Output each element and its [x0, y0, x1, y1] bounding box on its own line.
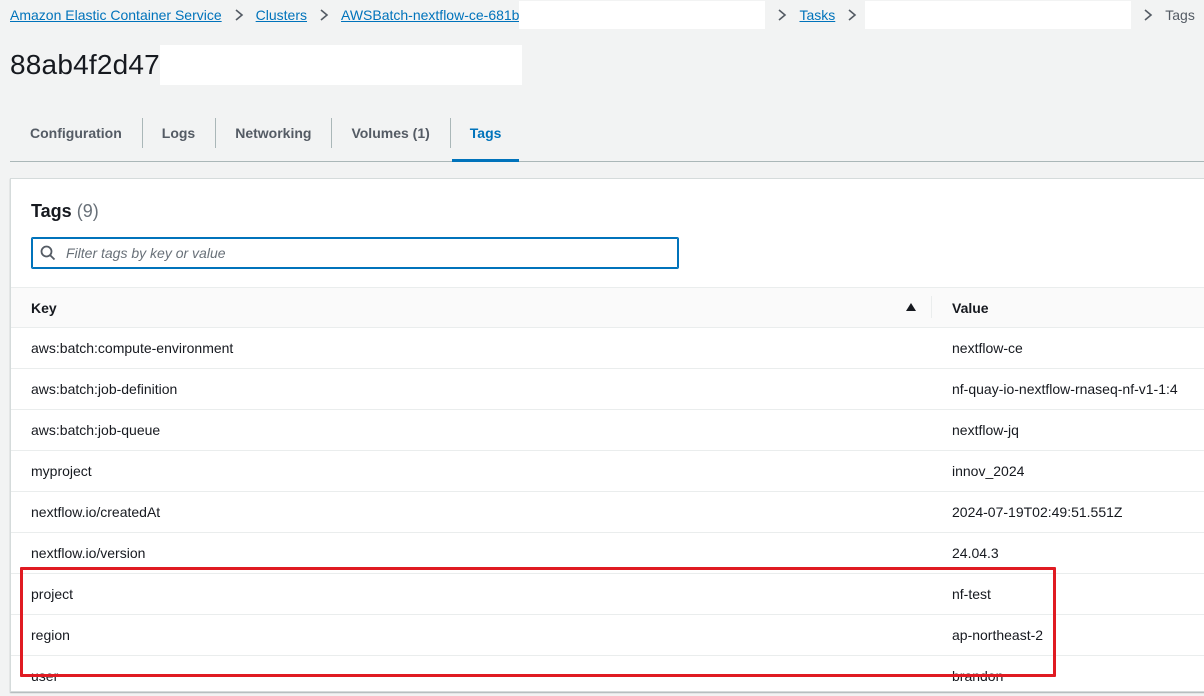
redacted-area — [159, 45, 522, 85]
column-header-value[interactable]: Value — [952, 300, 989, 316]
table-row: myproject innov_2024 — [11, 451, 1204, 492]
tag-key: aws:batch:compute-environment — [31, 340, 234, 356]
tag-key: aws:batch:job-queue — [31, 422, 161, 438]
column-header-key[interactable]: Key — [31, 300, 57, 316]
breadcrumb-tasks[interactable]: Tasks — [799, 7, 835, 23]
tag-key: project — [31, 586, 74, 602]
tags-panel: Tags (9) Key Value aws:batch:compute-env… — [10, 178, 1204, 692]
tag-key: nextflow.io/version — [31, 545, 146, 561]
table-header: Key Value — [11, 287, 1204, 328]
table-row: aws:batch:job-queue nextflow-jq — [11, 410, 1204, 451]
column-divider[interactable] — [931, 296, 932, 318]
panel-title-text: Tags — [31, 201, 72, 221]
breadcrumb-cluster[interactable]: AWSBatch-nextflow-ce-681b — [341, 7, 519, 23]
breadcrumb-current: Tags — [1165, 7, 1195, 23]
filter-box[interactable] — [31, 237, 679, 269]
search-icon — [40, 245, 56, 261]
tab-logs[interactable]: Logs — [141, 104, 215, 161]
tag-value: 24.04.3 — [952, 545, 999, 561]
table-row: nextflow.io/createdAt 2024-07-19T02:49:5… — [11, 492, 1204, 533]
tag-key: user — [31, 668, 59, 684]
table-row: nextflow.io/version 24.04.3 — [11, 533, 1204, 574]
tab-bar: Configuration Logs Networking Volumes (1… — [10, 104, 1204, 162]
tab-networking[interactable]: Networking — [215, 104, 331, 161]
tag-key: nextflow.io/createdAt — [31, 504, 161, 520]
table-row: user brandon — [11, 656, 1204, 691]
filter-tags-input[interactable] — [64, 244, 658, 262]
chevron-right-icon — [1143, 9, 1153, 21]
chevron-right-icon — [847, 9, 857, 21]
tab-tags[interactable]: Tags — [449, 104, 522, 162]
redacted-area — [865, 1, 1132, 29]
tag-value: nextflow-ce — [952, 340, 1023, 356]
table-row: aws:batch:compute-environment nextflow-c… — [11, 328, 1204, 369]
table-row: region ap-northeast-2 — [11, 615, 1204, 656]
page-header: 88ab4f2d47 — [10, 44, 522, 86]
chevron-right-icon — [319, 9, 329, 21]
tag-value: 2024-07-19T02:49:51.551Z — [952, 504, 1123, 520]
tag-value: nf-quay-io-nextflow-rnaseq-nf-v1-1:4 — [952, 381, 1178, 397]
tag-key: aws:batch:job-definition — [31, 381, 178, 397]
sort-ascending-icon[interactable] — [905, 300, 917, 312]
table-row: project nf-test — [11, 574, 1204, 615]
breadcrumb-clusters[interactable]: Clusters — [256, 7, 307, 23]
tab-volumes[interactable]: Volumes (1) — [331, 104, 449, 161]
tag-value: brandon — [952, 668, 1004, 684]
tags-table: Key Value aws:batch:compute-environment … — [11, 287, 1204, 691]
tag-value: ap-northeast-2 — [952, 627, 1044, 643]
chevron-right-icon — [777, 9, 787, 21]
panel-title: Tags (9) — [31, 201, 99, 222]
tab-configuration[interactable]: Configuration — [10, 104, 142, 161]
chevron-right-icon — [234, 9, 244, 21]
tag-value: innov_2024 — [952, 463, 1025, 479]
tag-key: region — [31, 627, 70, 643]
breadcrumb: Amazon Elastic Container Service Cluster… — [10, 0, 1204, 30]
tag-value: nextflow-jq — [952, 422, 1019, 438]
tag-count: (9) — [76, 201, 99, 221]
breadcrumb-ecs[interactable]: Amazon Elastic Container Service — [10, 7, 222, 23]
tag-key: myproject — [31, 463, 92, 479]
tag-value: nf-test — [952, 586, 991, 602]
page-title: 88ab4f2d47 — [10, 49, 160, 80]
table-row: aws:batch:job-definition nf-quay-io-next… — [11, 369, 1204, 410]
redacted-area — [519, 1, 766, 29]
